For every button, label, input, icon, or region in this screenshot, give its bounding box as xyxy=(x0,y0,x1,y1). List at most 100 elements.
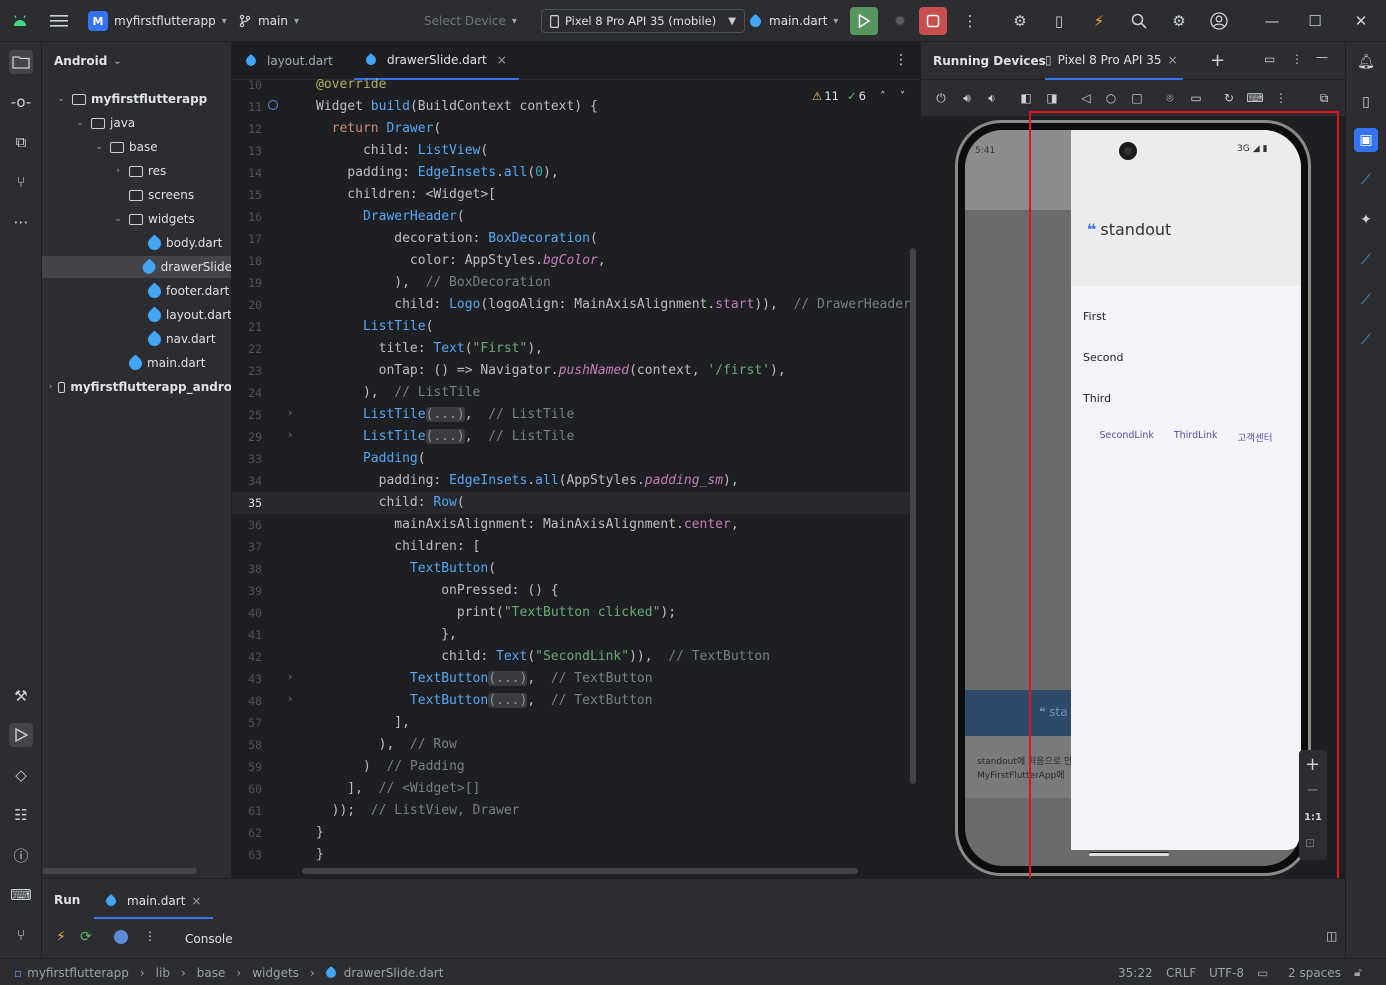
close-tab-icon[interactable]: × xyxy=(1168,53,1178,67)
drawer-link-button[interactable]: 고객센터 xyxy=(1238,430,1273,444)
account-avatar-icon[interactable] xyxy=(1209,11,1229,31)
problems-icon[interactable]: ⓘ xyxy=(9,843,33,867)
breadcrumb-item[interactable]: widgets xyxy=(252,966,299,980)
zoom-out-button[interactable]: − xyxy=(1306,780,1319,799)
hot-reload-icon[interactable]: ⚡ xyxy=(56,929,66,945)
settings-gear-icon[interactable]: ⚙ xyxy=(1169,11,1189,31)
commit-icon[interactable]: -o- xyxy=(9,90,33,114)
tab-main-dart[interactable]: main.dart × xyxy=(94,885,214,919)
flutter-devtools-icon[interactable] xyxy=(114,930,128,944)
tree-item[interactable]: body.dart xyxy=(42,232,231,254)
power-icon[interactable]: ⏻ xyxy=(932,89,950,107)
stop-button[interactable] xyxy=(919,7,947,35)
window-layout-icon[interactable]: ▭ xyxy=(1264,52,1275,66)
logcat-icon[interactable]: ☷ xyxy=(9,803,33,827)
android-logo-icon[interactable] xyxy=(12,0,28,42)
line-separator[interactable]: CRLF xyxy=(1166,959,1196,985)
breadcrumb-item[interactable]: base xyxy=(197,966,226,980)
device-manager-icon[interactable]: ▯ xyxy=(1049,11,1069,31)
gemini-sparkle-icon[interactable]: ✦ xyxy=(1354,208,1378,232)
tree-item[interactable]: ⌄ widgets xyxy=(42,208,231,230)
override-gutter-icon[interactable] xyxy=(268,100,278,110)
home-gesture-bar[interactable] xyxy=(1089,853,1169,856)
expand-chevron-icon[interactable]: ⌄ xyxy=(92,142,106,152)
navigation-drawer[interactable]: 3G ◢ ▮ ❝ standout First Second Third Secon… xyxy=(1071,130,1301,855)
file-encoding[interactable]: UTF-8 xyxy=(1209,959,1244,985)
run-button[interactable] xyxy=(850,7,878,35)
indent-setting[interactable]: 2 spaces xyxy=(1288,959,1341,985)
hide-panel-icon[interactable]: — xyxy=(1316,50,1328,64)
drawer-link-button[interactable]: ThirdLink xyxy=(1174,430,1218,444)
tree-item[interactable]: drawerSlide xyxy=(42,256,231,278)
select-device-dropdown[interactable]: Select Device ▾ xyxy=(424,0,517,42)
console-tab[interactable]: Console xyxy=(185,932,233,946)
hot-reload-icon[interactable]: ⚡ xyxy=(1089,11,1109,31)
gem-icon[interactable]: ◇ xyxy=(9,763,33,787)
lock-icon[interactable]: 🔓︎ xyxy=(1354,959,1362,985)
more-vertical-icon[interactable]: ⋮ xyxy=(894,52,908,68)
minimize-window-icon[interactable]: — xyxy=(1262,11,1282,31)
maximize-window-icon[interactable]: ☐ xyxy=(1305,11,1325,31)
pull-requests-icon[interactable]: ⑂ xyxy=(9,170,33,194)
close-tab-icon[interactable]: × xyxy=(497,53,507,67)
screenshot-camera-icon[interactable]: ⌾ xyxy=(1161,89,1179,107)
close-window-icon[interactable]: ✕ xyxy=(1351,11,1371,31)
home-icon[interactable]: ○ xyxy=(1102,89,1120,107)
expand-chevron-icon[interactable]: ⌄ xyxy=(54,94,68,104)
tree-item[interactable]: footer.dart xyxy=(42,280,231,302)
expand-chevron-icon[interactable]: ⌄ xyxy=(111,214,125,224)
expand-chevron-icon[interactable]: › xyxy=(111,166,125,176)
flutter-inspector-icon[interactable]: ⟋ xyxy=(1354,168,1378,192)
tree-item[interactable]: main.dart xyxy=(42,352,231,374)
tree-item[interactable]: screens xyxy=(42,184,231,206)
tree-item[interactable]: ⌄ myfirstflutterapp xyxy=(42,88,231,110)
device-selector[interactable]: Pixel 8 Pro API 35 (mobile) ▼ xyxy=(541,0,745,42)
fold-toggle-icon[interactable]: › xyxy=(288,670,292,683)
phone-screen[interactable]: 5:41 ❝ sta standout에 처음으로 만 MyFirstFlutt… xyxy=(965,130,1301,866)
tree-item[interactable]: ⌄ base xyxy=(42,136,231,158)
project-selector[interactable]: M myfirstflutterapp ▾ xyxy=(88,0,227,42)
back-icon[interactable]: ◁ xyxy=(1077,89,1095,107)
close-tab-icon[interactable]: × xyxy=(191,894,201,908)
screen-record-icon[interactable]: ▭ xyxy=(1187,89,1205,107)
volume-up-icon[interactable]: 🔊︎ xyxy=(958,89,976,107)
main-menu-icon[interactable] xyxy=(50,0,68,42)
zoom-in-button[interactable]: + xyxy=(1305,754,1320,775)
tree-item[interactable]: › myfirstflutterapp_andro xyxy=(42,376,231,398)
zoom-actual-size-button[interactable]: 1:1 xyxy=(1304,812,1322,823)
more-vertical-icon[interactable]: ⋮ xyxy=(1291,52,1303,66)
tab-pixel-8-pro[interactable]: ▯ Pixel 8 Pro API 35 × xyxy=(1045,42,1183,80)
drawer-link-button[interactable]: SecondLink xyxy=(1099,430,1153,444)
terminal-icon[interactable]: ⌨ xyxy=(9,883,33,907)
readonly-icon[interactable]: ▭ xyxy=(1257,959,1268,985)
flutter-outline-icon[interactable]: ⟋ xyxy=(1354,248,1378,272)
code-area[interactable]: 10 @override 11 Widget build(BuildContext c… xyxy=(232,77,920,878)
search-icon[interactable] xyxy=(1129,11,1149,31)
fold-toggle-icon[interactable]: › xyxy=(288,428,292,441)
more-vertical-icon[interactable]: ⋮ xyxy=(144,929,156,943)
project-folder-icon[interactable] xyxy=(9,50,33,74)
expand-chevron-icon[interactable]: ⌄ xyxy=(73,118,87,128)
caret-position[interactable]: 35:22 xyxy=(1118,959,1153,985)
tree-item[interactable]: › res xyxy=(42,160,231,182)
horizontal-scrollbar[interactable] xyxy=(302,868,858,874)
inspection-widget[interactable]: ⚠ 11 ✓ 6 ˄ ˅ xyxy=(812,89,905,103)
chevron-up-icon[interactable]: ˄ xyxy=(880,89,886,103)
version-control-icon[interactable]: ⑂ xyxy=(9,923,33,947)
drawer-menu-item[interactable]: Second xyxy=(1071,337,1301,377)
tree-item[interactable]: ⌄ java xyxy=(42,112,231,134)
device-manager-icon[interactable]: ▯ xyxy=(1354,90,1378,114)
breadcrumb-item[interactable]: lib xyxy=(156,966,170,980)
notifications-bell-icon[interactable]: 🔔︎ xyxy=(1354,50,1378,74)
structure-icon[interactable]: ⧉ xyxy=(9,130,33,154)
run-config-selector[interactable]: main.dart ▾ xyxy=(747,0,838,42)
breadcrumb-item[interactable]: drawerSlide.dart xyxy=(344,966,444,980)
rotate-right-icon[interactable]: ◨ xyxy=(1043,89,1061,107)
fold-toggle-icon[interactable]: › xyxy=(288,692,292,705)
attach-debugger-icon[interactable]: ⚙ xyxy=(1010,11,1030,31)
volume-down-icon[interactable]: 🔉︎ xyxy=(983,89,1001,107)
expand-chevron-icon[interactable]: › xyxy=(47,382,53,392)
hot-restart-icon[interactable]: ⟳ xyxy=(80,929,92,945)
flutter-deep-links-icon[interactable]: ⟋ xyxy=(1354,328,1378,352)
tree-item[interactable]: nav.dart xyxy=(42,328,231,350)
